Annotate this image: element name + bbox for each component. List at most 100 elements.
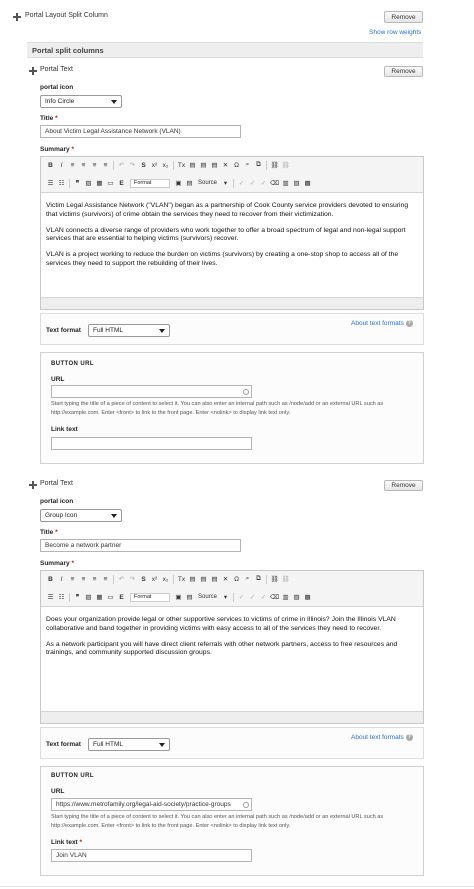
title-input[interactable]: Become a network partner	[40, 539, 241, 552]
link-icon[interactable]: ⛓	[269, 160, 280, 170]
drag-handle-icon[interactable]	[13, 13, 21, 21]
strikethrough-icon[interactable]: S	[138, 160, 149, 170]
table-icon[interactable]: ▦	[94, 592, 105, 602]
text-format-select[interactable]: Full HTML	[88, 738, 170, 751]
paste-word-icon[interactable]: ▤	[209, 160, 220, 170]
save-icon[interactable]: ▣	[173, 592, 184, 602]
remove-item-button[interactable]: Remove	[384, 66, 423, 77]
document-icon[interactable]: ▤	[184, 178, 195, 188]
image-icon[interactable]: ▧	[83, 592, 94, 602]
style-icon[interactable]: ▾	[220, 178, 231, 188]
bold-icon[interactable]: B	[45, 574, 56, 584]
style-icon[interactable]: ▾	[220, 592, 231, 602]
italic-icon[interactable]: I	[56, 574, 67, 584]
bulleted-list-icon[interactable]: ☰	[45, 178, 56, 188]
unlink-icon[interactable]: ⛓	[280, 160, 291, 170]
cut-icon[interactable]: ✕	[220, 574, 231, 584]
format-select[interactable]: Format	[130, 178, 170, 188]
remove-item-button[interactable]: Remove	[384, 480, 423, 491]
about-text-formats-link[interactable]: About text formats?	[351, 320, 413, 327]
text-format-select[interactable]: Full HTML	[88, 324, 170, 337]
blockquote-icon[interactable]: ❞	[72, 592, 83, 602]
title-input[interactable]: About Victim Legal Assistance Network (V…	[40, 125, 241, 138]
url-input[interactable]: https://www.metrofamily.org/legal-aid-so…	[51, 798, 252, 811]
paste-text-icon[interactable]: ▤	[198, 160, 209, 170]
show-row-weights-link[interactable]: Show row weights	[369, 29, 421, 36]
special-char-icon[interactable]: Ω	[231, 574, 242, 584]
drag-handle-icon[interactable]	[29, 481, 37, 489]
link-text-input[interactable]: Join VLAN	[51, 849, 252, 862]
drag-handle-icon[interactable]	[29, 67, 37, 75]
remove-format-icon[interactable]: Tx	[176, 574, 187, 584]
paste-icon[interactable]: ▤	[187, 574, 198, 584]
link-text-input[interactable]	[51, 437, 252, 450]
paste-text-icon[interactable]: ▤	[198, 574, 209, 584]
subscript-icon[interactable]: x₂	[160, 574, 171, 584]
document-icon[interactable]: ▤	[184, 592, 195, 602]
summary-editor[interactable]: B I ≡ ≡ ≡ ≡ ↶ ↷ S x² x₂ Tx ▤ ▤ ▤ ✕ Ω ⌕ ⧉…	[40, 570, 424, 724]
source-button[interactable]: Source	[195, 592, 220, 602]
undo-icon[interactable]: ↶	[116, 160, 127, 170]
format-select[interactable]: Format	[130, 592, 170, 602]
source-button[interactable]: Source	[195, 178, 220, 188]
embed-icon[interactable]: E	[116, 592, 127, 602]
media-icon[interactable]: ▨	[291, 178, 302, 188]
cut-icon[interactable]: ✕	[220, 160, 231, 170]
numbered-list-icon[interactable]: ☷	[56, 592, 67, 602]
superscript-icon[interactable]: x²	[149, 160, 160, 170]
maximize-icon[interactable]: ⧉	[253, 160, 264, 170]
redo-icon[interactable]: ↷	[127, 574, 138, 584]
check-icon[interactable]: ✓	[247, 592, 258, 602]
preview-icon[interactable]: ▩	[302, 592, 313, 602]
embed-icon[interactable]: E	[116, 178, 127, 188]
special-char-icon[interactable]: Ω	[231, 160, 242, 170]
clear-icon[interactable]: ⌫	[269, 592, 280, 602]
template-icon[interactable]: ▥	[280, 592, 291, 602]
align-right-icon[interactable]: ≡	[89, 574, 100, 584]
align-justify-icon[interactable]: ≡	[100, 574, 111, 584]
preview-icon[interactable]: ▩	[302, 178, 313, 188]
portal-icon-select[interactable]: Info Circle	[40, 95, 122, 108]
template-icon[interactable]: ▥	[280, 178, 291, 188]
summary-editor[interactable]: B I ≡ ≡ ≡ ≡ ↶ ↷ S x² x₂ Tx ▤ ▤ ▤ ✕ Ω ⌕ ⧉…	[40, 156, 424, 310]
unlink-icon[interactable]: ⛓	[280, 574, 291, 584]
check-icon[interactable]: ✓	[236, 178, 247, 188]
numbered-list-icon[interactable]: ☷	[56, 178, 67, 188]
url-input[interactable]	[51, 385, 252, 398]
maximize-icon[interactable]: ⧉	[253, 574, 264, 584]
redo-icon[interactable]: ↷	[127, 160, 138, 170]
blockquote-icon[interactable]: ❞	[72, 178, 83, 188]
save-icon[interactable]: ▣	[173, 178, 184, 188]
check-icon[interactable]: ✓	[236, 592, 247, 602]
editor-content[interactable]: Does your organization provide legal or …	[46, 616, 418, 665]
image-icon[interactable]: ▧	[83, 178, 94, 188]
italic-icon[interactable]: I	[56, 160, 67, 170]
subscript-icon[interactable]: x₂	[160, 160, 171, 170]
align-center-icon[interactable]: ≡	[78, 574, 89, 584]
table-icon[interactable]: ▦	[94, 178, 105, 188]
strikethrough-icon[interactable]: S	[138, 574, 149, 584]
align-left-icon[interactable]: ≡	[67, 160, 78, 170]
remove-format-icon[interactable]: Tx	[176, 160, 187, 170]
horizontal-rule-icon[interactable]: ▭	[105, 592, 116, 602]
horizontal-rule-icon[interactable]: ▭	[105, 178, 116, 188]
portal-icon-select[interactable]: Group Icon	[40, 509, 122, 522]
align-justify-icon[interactable]: ≡	[100, 160, 111, 170]
check-icon[interactable]: ✓	[258, 178, 269, 188]
paste-icon[interactable]: ▤	[187, 160, 198, 170]
align-right-icon[interactable]: ≡	[89, 160, 100, 170]
check-icon[interactable]: ✓	[247, 178, 258, 188]
align-left-icon[interactable]: ≡	[67, 574, 78, 584]
find-icon[interactable]: ⌕	[242, 160, 253, 170]
bulleted-list-icon[interactable]: ☰	[45, 592, 56, 602]
remove-column-button[interactable]: Remove	[384, 11, 423, 23]
find-icon[interactable]: ⌕	[242, 574, 253, 584]
clear-icon[interactable]: ⌫	[269, 178, 280, 188]
about-text-formats-link[interactable]: About text formats?	[351, 734, 413, 741]
media-icon[interactable]: ▨	[291, 592, 302, 602]
check-icon[interactable]: ✓	[258, 592, 269, 602]
superscript-icon[interactable]: x²	[149, 574, 160, 584]
align-center-icon[interactable]: ≡	[78, 160, 89, 170]
undo-icon[interactable]: ↶	[116, 574, 127, 584]
editor-content[interactable]: Victim Legal Assistance Network ("VLAN")…	[46, 202, 418, 276]
